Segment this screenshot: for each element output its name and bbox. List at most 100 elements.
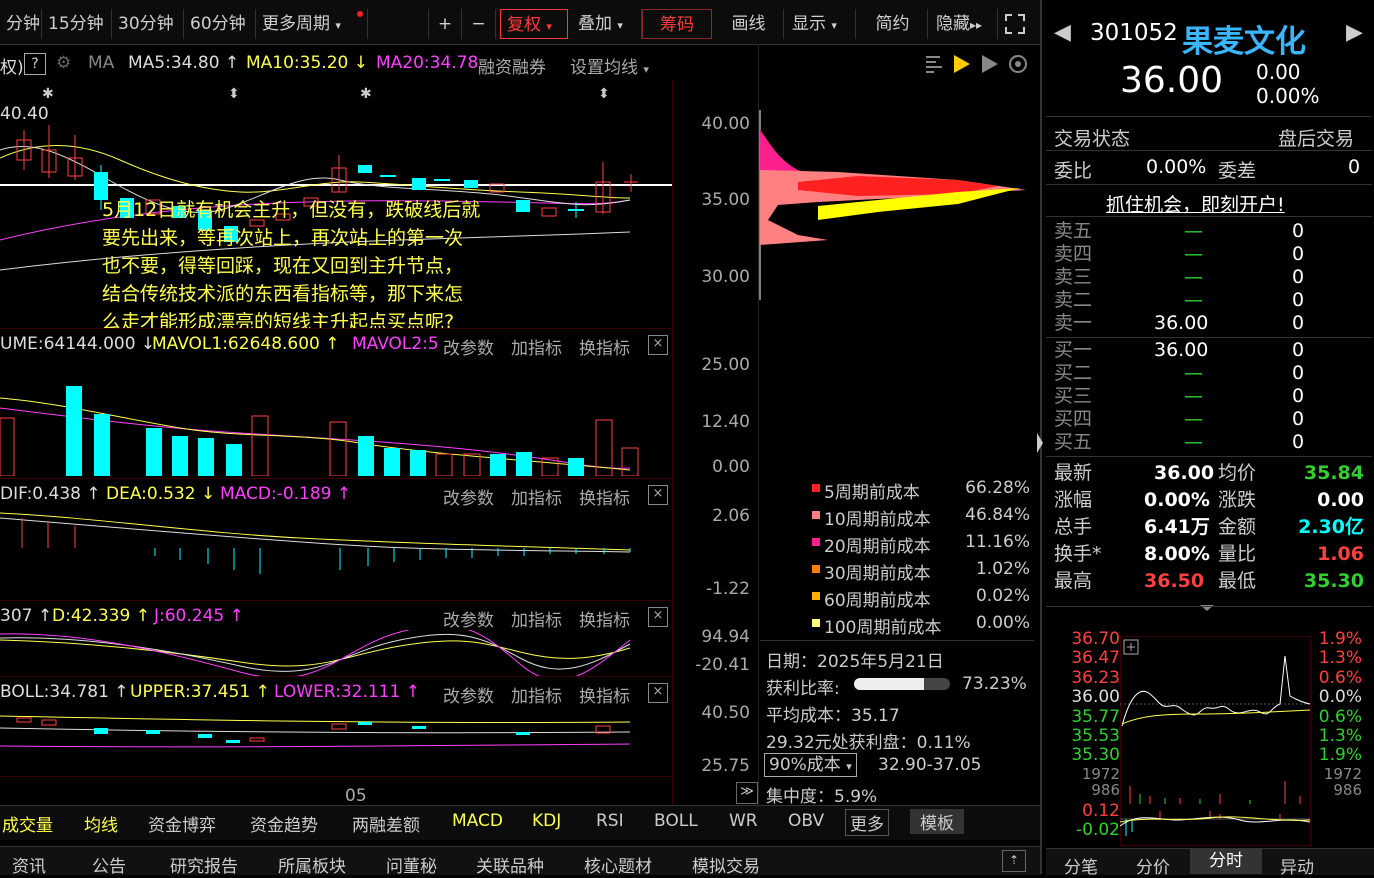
profit-at-price: 29.32元处获利盘：0.11%	[766, 733, 971, 753]
set-ma-dropdown[interactable]: 设置均线 ▾	[570, 53, 649, 78]
tab-anomaly[interactable]: 异动	[1280, 853, 1314, 878]
tab-tick[interactable]: 分笔	[1064, 853, 1098, 878]
tab-rsi[interactable]: RSI	[596, 811, 624, 831]
macd-add-indicator[interactable]: 加指标	[511, 484, 562, 509]
ma-label: MA	[88, 53, 115, 73]
tab-ma[interactable]: 均线	[84, 811, 118, 836]
boll-switch-indicator[interactable]: 换指标	[579, 682, 630, 707]
boll-change-params[interactable]: 改参数	[443, 682, 494, 707]
annotation-line-3: 也不要，得等回踩，现在又回到主升节点，	[102, 255, 464, 277]
avg-cost: 平均成本：35.17	[766, 706, 900, 726]
expand-down-icon[interactable]	[1196, 597, 1218, 611]
collapse-up-icon[interactable]: ⇡	[1002, 850, 1026, 872]
stat-row: 最高 36.50 最低 35.30	[1054, 570, 1364, 592]
volume-change-params[interactable]: 改参数	[443, 334, 494, 359]
tab-30min[interactable]: 30分钟	[112, 9, 184, 39]
nav-core-theme[interactable]: 核心题材	[584, 852, 652, 877]
svg-text:✱: ✱	[360, 86, 372, 102]
last-price: 36.00	[1120, 60, 1224, 101]
tab-margin-diff[interactable]: 两融差额	[352, 811, 420, 836]
fullscreen-button[interactable]	[998, 9, 1034, 39]
price-tick-30: 30.00	[701, 267, 750, 287]
next-stock-icon[interactable]: ▶	[1346, 20, 1363, 45]
boll-close-icon[interactable]: ×	[648, 683, 668, 703]
tab-kdj[interactable]: KDJ	[532, 811, 561, 831]
kdj-close-icon[interactable]: ×	[648, 607, 668, 627]
tab-template[interactable]: 模板	[910, 809, 964, 834]
tab-fund-trend[interactable]: 资金趋势	[250, 811, 318, 836]
nav-related[interactable]: 关联品种	[476, 852, 544, 877]
tab-boll[interactable]: BOLL	[654, 811, 698, 831]
tab-fund-game[interactable]: 资金博弈	[148, 811, 216, 836]
huaxian-button[interactable]: 画线	[714, 9, 784, 39]
d-value: D:42.339 ↑	[52, 606, 150, 626]
macd-value: MACD:-0.189 ↑	[220, 484, 352, 504]
flag-gray-icon[interactable]	[982, 55, 998, 73]
ma5-value: MA5:34.80 ↑	[128, 53, 240, 73]
tab-price-dist[interactable]: 分价	[1136, 853, 1170, 878]
scroll-right-icon[interactable]: ≫	[736, 782, 758, 804]
chip-legend-row: 60周期前成本 0.02%	[810, 586, 1030, 613]
settings-icon[interactable]	[1009, 55, 1027, 73]
fuquan-dropdown[interactable]: 复权 ▾	[500, 9, 568, 39]
zoom-in-button[interactable]: +	[428, 9, 462, 39]
macd-close-icon[interactable]: ×	[648, 485, 668, 505]
nav-sector[interactable]: 所属板块	[278, 852, 346, 877]
boll-tick-top: 40.50	[701, 703, 750, 723]
collapse-left-icon[interactable]	[1036, 430, 1044, 456]
nav-news[interactable]: 资讯	[12, 852, 46, 877]
chip-distribution-chart[interactable]	[758, 110, 1034, 300]
divider	[1046, 337, 1372, 338]
more-periods-dropdown[interactable]: 更多周期 ▾	[256, 9, 368, 39]
tab-minute[interactable]: 分钟	[0, 9, 42, 39]
weibi-label: 委比	[1054, 160, 1093, 182]
divider	[1046, 456, 1372, 457]
macd-change-params[interactable]: 改参数	[443, 484, 494, 509]
ask-row: 卖五 —0	[1054, 220, 1305, 242]
tab-obv[interactable]: OBV	[788, 811, 824, 831]
xianshi-dropdown[interactable]: 显示 ▾	[786, 9, 856, 39]
nav-research[interactable]: 研究报告	[170, 852, 238, 877]
ask-book: 卖五 —0 卖四 —0 卖三 —0 卖二 —0 卖一 36.00 0	[1054, 220, 1364, 335]
chouma-button[interactable]: 筹码	[642, 9, 712, 39]
tab-15min[interactable]: 15分钟	[42, 9, 112, 39]
divider	[1046, 150, 1372, 151]
tab-macd[interactable]: MACD	[452, 811, 503, 831]
volume-add-indicator[interactable]: 加指标	[511, 334, 562, 359]
diejia-dropdown[interactable]: 叠加 ▾	[572, 9, 642, 39]
event-markers: ✱ ⬍ ✱ ⬍	[42, 86, 610, 102]
tab-volume[interactable]: 成交量	[2, 811, 53, 836]
kdj-switch-indicator[interactable]: 换指标	[579, 606, 630, 631]
volume-switch-indicator[interactable]: 换指标	[579, 334, 630, 359]
bid-row: 买四 —0	[1054, 408, 1305, 430]
boll-add-indicator[interactable]: 加指标	[511, 682, 562, 707]
annotation-line-2: 要先出来，等再次站上，再次站上的第一次	[102, 227, 464, 249]
jianyue-button[interactable]: 简约	[858, 9, 928, 39]
bars-icon[interactable]	[926, 56, 942, 73]
prev-stock-icon[interactable]: ◀	[1054, 20, 1071, 45]
volume-close-icon[interactable]: ×	[648, 335, 668, 355]
open-account-link[interactable]: 抓住机会，即刻开户!	[1106, 190, 1285, 217]
weibi-value: 0.00%	[1146, 156, 1207, 178]
nav-sim-trade[interactable]: 模拟交易	[692, 852, 760, 877]
rongzi-button[interactable]: 融资融券	[478, 53, 546, 78]
gear-icon[interactable]: ⚙	[56, 53, 71, 73]
flag-yellow-icon[interactable]	[954, 55, 970, 73]
tab-wr[interactable]: WR	[729, 811, 758, 831]
chevron-down-icon: ▾	[831, 19, 837, 32]
boll-chart	[0, 715, 631, 748]
bid-row: 买二 —0	[1054, 362, 1305, 384]
cost-percent-select[interactable]: 90%成本 ▾	[764, 753, 857, 777]
tab-more[interactable]: 更多	[845, 809, 889, 836]
tab-intraday[interactable]: 分时	[1190, 848, 1262, 874]
macd-switch-indicator[interactable]: 换指标	[579, 484, 630, 509]
yincang-button[interactable]: 隐藏▸▸	[930, 9, 998, 39]
kdj-change-params[interactable]: 改参数	[443, 606, 494, 631]
intraday-minichart[interactable]	[1120, 636, 1312, 846]
nav-ask-secretary[interactable]: 问董秘	[386, 852, 437, 877]
zoom-out-button[interactable]: −	[462, 9, 496, 39]
kdj-add-indicator[interactable]: 加指标	[511, 606, 562, 631]
help-button[interactable]: ?	[24, 53, 46, 75]
tab-60min[interactable]: 60分钟	[184, 9, 256, 39]
nav-announcement[interactable]: 公告	[92, 852, 126, 877]
